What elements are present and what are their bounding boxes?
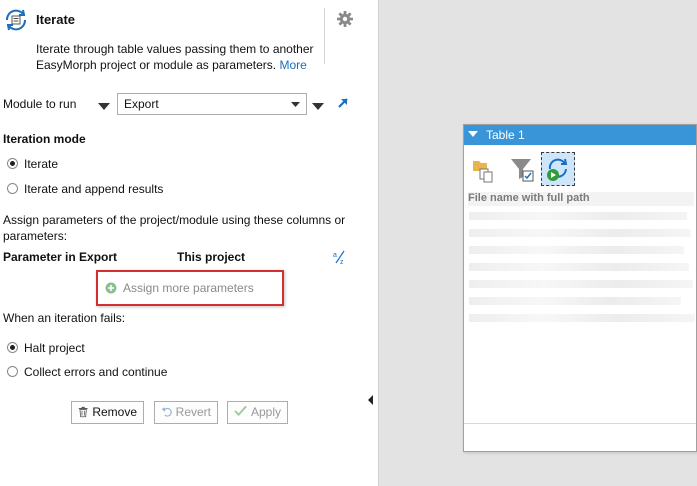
- table-row[interactable]: [469, 297, 681, 305]
- table-row[interactable]: [469, 280, 693, 288]
- apply-button[interactable]: Apply: [227, 401, 288, 424]
- iteration-mode-heading: Iteration mode: [3, 132, 86, 146]
- module-select[interactable]: Export: [117, 93, 307, 115]
- radio-halt-project[interactable]: [7, 342, 18, 353]
- table-title-bar[interactable]: Table 1: [464, 125, 696, 145]
- action-settings-panel: Iterate Iterate through table values pas…: [0, 0, 379, 486]
- radio-collect-errors-label[interactable]: Collect errors and continue: [24, 365, 167, 379]
- revert-label: Revert: [175, 405, 211, 419]
- remove-button[interactable]: Remove: [71, 401, 144, 424]
- import-files-icon: [472, 157, 496, 183]
- table-window[interactable]: Table 1 File name with full path: [463, 124, 697, 452]
- table-row[interactable]: [469, 212, 687, 220]
- checkmark-icon: [234, 405, 247, 417]
- table-column-header[interactable]: File name with full path: [468, 192, 694, 206]
- chevron-down-icon: [291, 102, 300, 107]
- column-header-this-project: This project: [177, 250, 246, 264]
- table-row[interactable]: [469, 229, 691, 237]
- module-label: Module to run: [3, 97, 77, 111]
- open-module-icon[interactable]: [336, 96, 350, 110]
- module-mode-dropdown-arrow[interactable]: [98, 100, 110, 110]
- trash-icon: [78, 406, 88, 418]
- table-row[interactable]: [469, 246, 684, 254]
- highlight-box: [96, 270, 284, 306]
- table-row[interactable]: [469, 263, 689, 271]
- table-body: [464, 208, 696, 423]
- revert-button[interactable]: Revert: [154, 401, 218, 424]
- assign-parameters-text: Assign parameters of the project/module …: [3, 213, 346, 243]
- svg-text:a: a: [333, 252, 337, 259]
- action-title: Iterate: [36, 12, 76, 27]
- radio-iterate-append-label[interactable]: Iterate and append results: [24, 182, 163, 196]
- more-link[interactable]: More: [279, 58, 306, 72]
- module-select-value: Export: [124, 97, 159, 111]
- radio-collect-errors[interactable]: [7, 366, 18, 377]
- module-options-dropdown-arrow[interactable]: [312, 100, 324, 110]
- undo-icon: [161, 407, 172, 417]
- sort-icon[interactable]: a z: [332, 249, 348, 266]
- collapse-triangle-icon[interactable]: [468, 131, 478, 138]
- description-text: Iterate through table values passing the…: [36, 42, 314, 72]
- radio-iterate-append[interactable]: [7, 183, 18, 194]
- column-header-parameter: Parameter in Export: [3, 250, 118, 264]
- filter-icon: [510, 157, 536, 183]
- radio-halt-project-label[interactable]: Halt project: [24, 341, 85, 355]
- svg-text:z: z: [340, 259, 344, 265]
- action-description: Iterate through table values passing the…: [36, 41, 326, 73]
- table-footer: [464, 423, 696, 424]
- radio-iterate-label[interactable]: Iterate: [24, 157, 58, 171]
- iteration-fails-label: When an iteration fails:: [3, 311, 126, 325]
- radio-iterate[interactable]: [7, 158, 18, 169]
- collapse-panel-handle[interactable]: [368, 394, 374, 405]
- iterate-icon: [3, 7, 29, 33]
- table-row[interactable]: [469, 314, 695, 322]
- apply-label: Apply: [250, 405, 281, 419]
- table-title: Table 1: [486, 128, 525, 142]
- iterate-action-icon[interactable]: [541, 152, 575, 186]
- gear-icon[interactable]: [336, 10, 354, 28]
- remove-label: Remove: [92, 405, 137, 419]
